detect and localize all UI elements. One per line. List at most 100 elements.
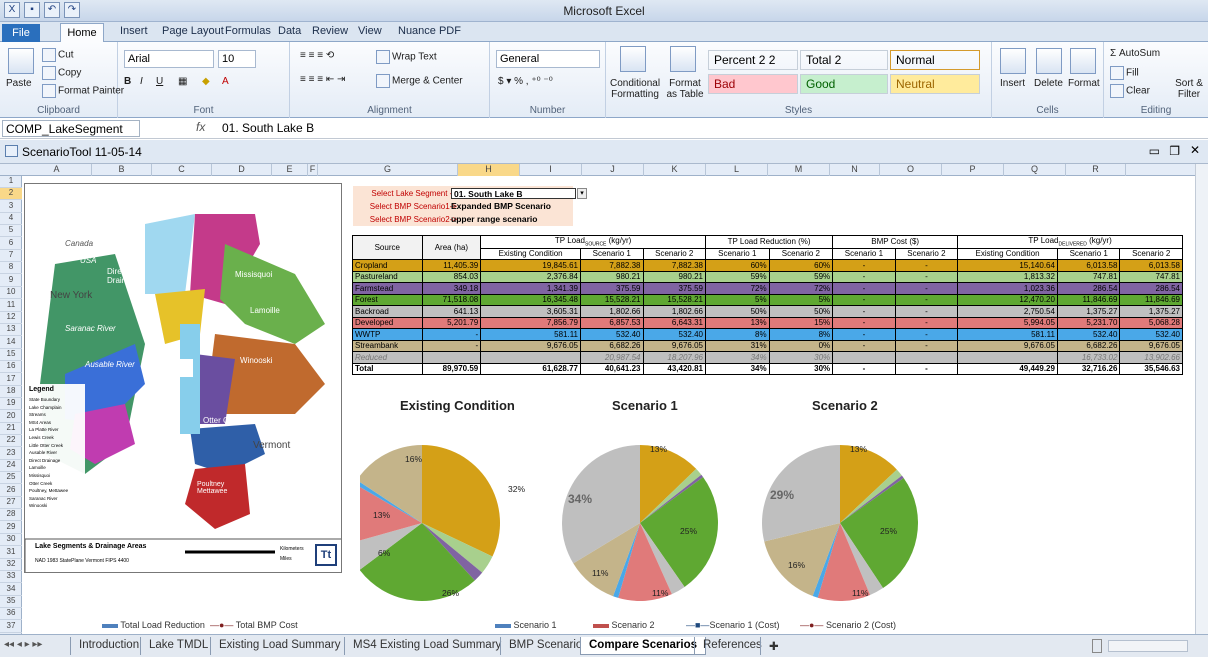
style-neutral[interactable]: Neutral: [890, 74, 980, 94]
dropdown-arrow-icon[interactable]: ▾: [577, 188, 587, 199]
row-value-cell[interactable]: 13,902.66: [1119, 351, 1183, 364]
row-value-cell[interactable]: -: [894, 270, 959, 284]
row-value-cell[interactable]: 59%: [768, 270, 834, 284]
column-header-d[interactable]: D: [212, 164, 272, 176]
row-header-17[interactable]: 17: [0, 374, 22, 386]
row-header-12[interactable]: 12: [0, 312, 22, 324]
minimize-icon[interactable]: ▭: [1149, 144, 1160, 158]
number-format-select[interactable]: General: [496, 50, 600, 68]
row-value-cell[interactable]: 854.03: [421, 270, 482, 284]
row-value-cell[interactable]: -: [421, 339, 482, 353]
row-value-cell[interactable]: 286.54: [1056, 282, 1121, 295]
merge-center-button[interactable]: Merge & Center: [376, 74, 463, 88]
row-source-cell[interactable]: Reduced: [352, 351, 423, 364]
row-source-cell[interactable]: Pastureland: [352, 270, 423, 284]
fill-color-icon[interactable]: ◆: [202, 76, 210, 87]
row-source-cell[interactable]: Streambank: [352, 339, 423, 353]
row-value-cell[interactable]: 16,733.02: [1056, 351, 1121, 364]
align-bottom-icons[interactable]: ≡ ≡ ≡ ⇤ ⇥: [300, 74, 345, 85]
style-percent-2-2[interactable]: Percent 2 2: [708, 50, 798, 70]
row-value-cell[interactable]: 5%: [768, 293, 834, 307]
row-value-cell[interactable]: 50%: [768, 305, 834, 318]
tab-review[interactable]: Review: [312, 25, 348, 37]
conditional-formatting-icon[interactable]: [620, 46, 646, 72]
row-header-34[interactable]: 34: [0, 584, 22, 596]
row-header-3[interactable]: 3: [0, 201, 22, 213]
tab-insert[interactable]: Insert: [120, 25, 148, 37]
formula-input[interactable]: 01. South Lake B: [222, 121, 314, 135]
row-value-cell[interactable]: 6,857.53: [580, 316, 644, 330]
row-value-cell[interactable]: 8%: [705, 328, 770, 341]
tab-home[interactable]: Home: [60, 23, 104, 43]
format-cells-icon[interactable]: [1070, 48, 1096, 74]
row-header-16[interactable]: 16: [0, 361, 22, 374]
lake-segment-select[interactable]: 01. South Lake B: [451, 188, 576, 199]
tab-data[interactable]: Data: [278, 25, 301, 37]
row-header-27[interactable]: 27: [0, 497, 22, 510]
row-header-26[interactable]: 26: [0, 485, 22, 497]
column-header-n[interactable]: N: [830, 164, 880, 176]
number-format-icons[interactable]: $ ▾ % , ⁺⁰ ⁻⁰: [498, 76, 553, 87]
row-value-cell[interactable]: 6,682.26: [580, 339, 644, 353]
row-header-28[interactable]: 28: [0, 509, 22, 522]
row-header-6[interactable]: 6: [0, 238, 22, 250]
row-value-cell[interactable]: 32,716.26: [1056, 362, 1121, 376]
column-header-h[interactable]: H: [458, 164, 520, 176]
column-header-g[interactable]: G: [318, 164, 458, 176]
row-source-cell[interactable]: WWTP: [352, 328, 423, 341]
row-value-cell[interactable]: 747.81: [1119, 270, 1183, 284]
row-value-cell[interactable]: -: [894, 362, 959, 376]
row-header-18[interactable]: 18: [0, 386, 22, 398]
row-value-cell[interactable]: 6,643.31: [642, 316, 706, 330]
insert-cells-icon[interactable]: [1000, 48, 1026, 74]
row-value-cell[interactable]: [894, 351, 959, 364]
row-header-33[interactable]: 33: [0, 571, 22, 584]
row-header-11[interactable]: 11: [0, 300, 22, 312]
row-value-cell[interactable]: 5,068.28: [1119, 316, 1183, 330]
row-value-cell[interactable]: 532.40: [1119, 328, 1183, 341]
row-value-cell[interactable]: 532.40: [1056, 328, 1121, 341]
row-header-15[interactable]: 15: [0, 349, 22, 361]
row-value-cell[interactable]: 5,231.70: [1056, 316, 1121, 330]
row-value-cell[interactable]: 60%: [768, 259, 834, 272]
row-value-cell[interactable]: 581.11: [480, 328, 581, 341]
bold-button[interactable]: B: [124, 76, 131, 87]
column-header-a[interactable]: A: [22, 164, 92, 176]
row-value-cell[interactable]: 35,546.63: [1119, 362, 1183, 376]
row-value-cell[interactable]: -: [894, 282, 959, 295]
row-value-cell[interactable]: 15,528.21: [642, 293, 706, 307]
cut-button[interactable]: Cut: [42, 48, 74, 62]
row-value-cell[interactable]: 20,987.54: [580, 351, 644, 364]
scenario2-value[interactable]: upper range scenario: [451, 214, 537, 224]
row-header-25[interactable]: 25: [0, 472, 22, 485]
row-value-cell[interactable]: 6,682.26: [1056, 339, 1121, 353]
copy-button[interactable]: Copy: [42, 66, 81, 80]
row-value-cell[interactable]: 59%: [705, 270, 770, 284]
row-value-cell[interactable]: -: [832, 339, 896, 353]
row-value-cell[interactable]: 1,802.66: [642, 305, 706, 318]
row-value-cell[interactable]: -: [832, 362, 896, 376]
row-value-cell[interactable]: 3,605.31: [480, 305, 581, 318]
wrap-text-button[interactable]: Wrap Text: [376, 50, 437, 64]
close-icon[interactable]: ✕: [1190, 143, 1200, 157]
row-value-cell[interactable]: 60%: [705, 259, 770, 272]
insert-button[interactable]: Insert: [1000, 78, 1025, 89]
column-header-k[interactable]: K: [644, 164, 706, 176]
row-value-cell[interactable]: 15,528.21: [580, 293, 644, 307]
style-good[interactable]: Good: [800, 74, 888, 94]
row-value-cell[interactable]: -: [894, 328, 959, 341]
row-value-cell[interactable]: 1,341.39: [480, 282, 581, 295]
row-value-cell[interactable]: 49,449.29: [957, 362, 1058, 376]
paste-icon[interactable]: [8, 48, 34, 74]
row-value-cell[interactable]: -: [894, 305, 959, 318]
row-value-cell[interactable]: 1,813.32: [957, 270, 1058, 284]
row-value-cell[interactable]: 9,676.05: [957, 339, 1058, 353]
row-value-cell[interactable]: 375.59: [642, 282, 706, 295]
row-value-cell[interactable]: 11,846.69: [1119, 293, 1183, 307]
sheet-tab-compare-scenarios[interactable]: Compare Scenarios: [580, 637, 707, 655]
row-header-35[interactable]: 35: [0, 596, 22, 608]
fx-icon[interactable]: fx: [196, 120, 205, 134]
tab-nuance-pdf[interactable]: Nuance PDF: [398, 25, 461, 37]
italic-button[interactable]: I: [140, 76, 143, 87]
scenario1-value[interactable]: Expanded BMP Scenario: [451, 201, 551, 211]
